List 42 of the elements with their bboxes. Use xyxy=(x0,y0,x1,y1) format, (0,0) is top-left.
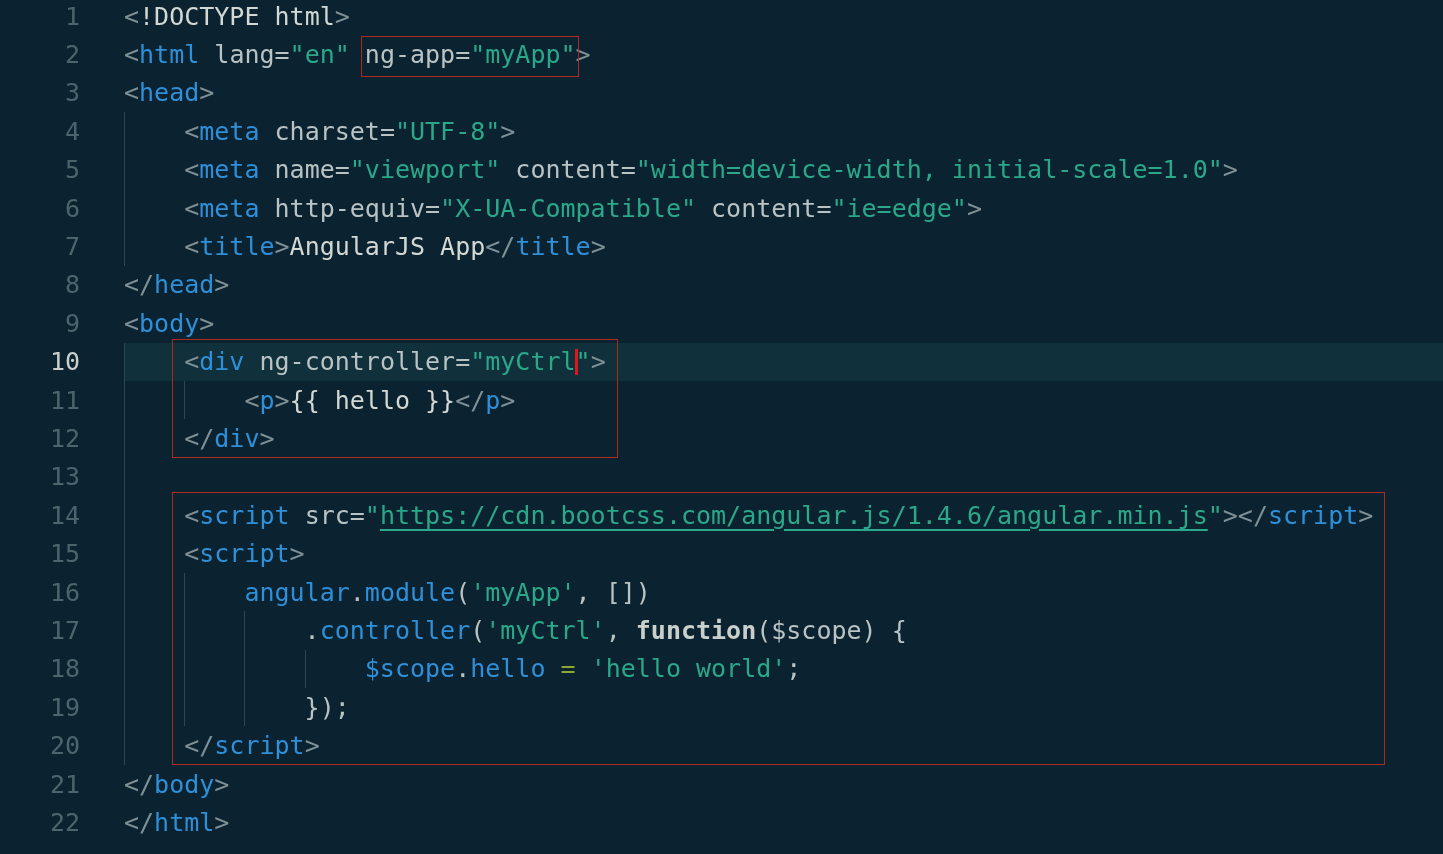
code-line: <body> xyxy=(124,308,215,338)
line-number: 13 xyxy=(48,462,81,492)
code-line: <head> xyxy=(124,78,215,108)
line-number: 19 xyxy=(48,692,81,722)
line-number: 9 xyxy=(63,308,81,338)
code-line: </div> xyxy=(183,424,275,453)
line-number: 7 xyxy=(63,232,81,262)
code-line: </script> xyxy=(183,731,320,761)
line-number: 10 xyxy=(48,347,81,377)
line-number: 17 xyxy=(48,615,81,645)
code-line: <p>{{ hello }}</p> xyxy=(243,385,516,415)
line-number: 18 xyxy=(48,654,81,684)
line-number: 15 xyxy=(48,539,81,569)
line-number: 20 xyxy=(48,731,81,761)
line-number: 21 xyxy=(48,769,81,799)
code-line: $scope.hello = 'hello world'; xyxy=(363,654,802,684)
line-number: 22 xyxy=(48,807,81,837)
line-number: 2 xyxy=(63,40,81,70)
line-number: 14 xyxy=(48,500,81,530)
code-line: .controller('myCtrl', function($scope) { xyxy=(303,615,907,645)
line-number: 1 xyxy=(63,1,81,31)
line-number: 5 xyxy=(63,155,81,185)
code-line: </head> xyxy=(124,270,230,300)
code-line: }); xyxy=(303,692,350,722)
code-line: angular.module('myApp', []) xyxy=(243,577,651,607)
code-line: </html> xyxy=(124,807,230,837)
line-number: 4 xyxy=(63,116,81,146)
code-line: <script src="https://cdn.bootcss.com/angular.js/1.4.6/angular.min.js"></script> xyxy=(183,500,1374,530)
code-line: <meta charset="UTF-8"> xyxy=(183,116,516,146)
line-number: 11 xyxy=(48,385,81,415)
code-line: <title>AngularJS App</title> xyxy=(183,232,606,262)
code-line: <!DOCTYPE html> xyxy=(124,1,350,31)
code-line: <script> xyxy=(183,539,305,569)
line-number: 3 xyxy=(63,78,81,108)
line-number: 8 xyxy=(63,270,81,300)
line-number: 6 xyxy=(63,193,81,223)
code-line: <meta http-equiv="X-UA-Compatible" content="ie=edge"> xyxy=(183,193,982,223)
code-line: </body> xyxy=(124,769,230,799)
line-number: 16 xyxy=(48,577,81,607)
line-number: 12 xyxy=(48,424,81,453)
code-line: <div ng-controller="myCtrl"> xyxy=(183,347,606,377)
code-line: <meta name="viewport" content="width=device-width, initial-scale=1.0"> xyxy=(183,155,1238,185)
